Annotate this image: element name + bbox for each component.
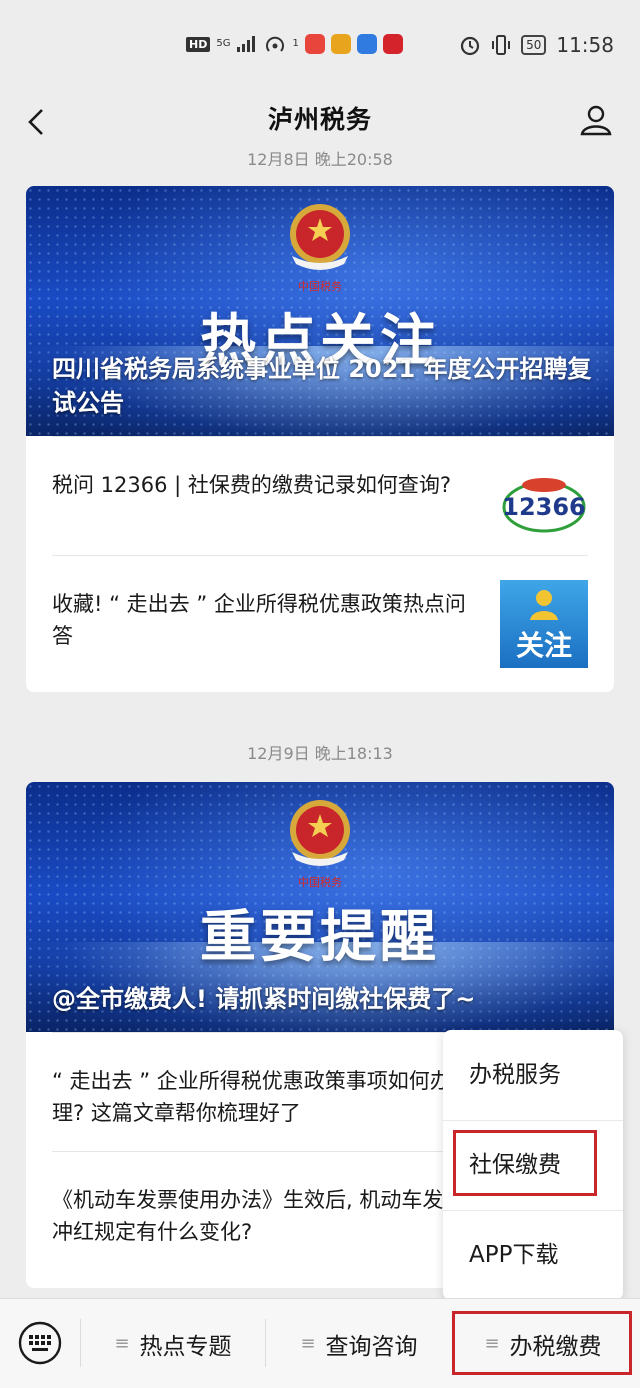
tax-emblem-icon: 中国税务 — [290, 204, 350, 293]
bottom-menu-bar: ≡ 热点专题 ≡ 查询咨询 ≡ 办税缴费 — [0, 1298, 640, 1388]
svg-text:中国税务: 中国税务 — [298, 875, 342, 889]
highlight-box — [453, 1130, 597, 1196]
article-banner[interactable]: 中国税务 重要提醒 @全市缴费人! 请抓紧时间缴社保费了~ — [26, 782, 614, 1032]
status-bar: HD 5G 1 50 11:58 — [0, 0, 640, 92]
app-notification-icon — [304, 34, 325, 54]
menu-label: 查询咨询 — [325, 1333, 418, 1360]
app-notification-icon — [330, 34, 351, 54]
signal-5g-indicator: 5G — [216, 38, 231, 49]
message-timestamp: 12月9日 晚上18:13 — [247, 744, 393, 763]
article-title: “ 走出去 ” 企业所得税优惠政策事项如何办理? 这篇文章帮你梳理好了 — [52, 1069, 451, 1125]
submenu-item-tax-service[interactable]: 办税服务 — [443, 1030, 623, 1120]
menu-query-consult[interactable]: ≡ 查询咨询 — [266, 1299, 452, 1388]
submenu-item-app-download[interactable]: APP下载 — [443, 1210, 623, 1300]
menu-label: 热点专题 — [139, 1333, 232, 1360]
tax-emblem-icon: 中国税务 — [290, 800, 350, 889]
keyboard-icon — [18, 1321, 62, 1365]
menu-lines-icon: ≡ — [300, 1333, 316, 1354]
12366-logo-icon: 12366 — [500, 461, 588, 549]
banner-headline: 重要提醒 — [200, 905, 440, 970]
article-thumbnail: 关注 — [500, 580, 588, 668]
menu-hot-topics[interactable]: ≡ 热点专题 — [81, 1299, 265, 1388]
user-star-icon — [530, 590, 558, 620]
battery-indicator: 50 — [521, 35, 547, 55]
article-card[interactable]: 中国税务 热点关注 四川省税务局系统事业单位 2021 年度公开招聘复试公告 税… — [26, 186, 614, 692]
article-item[interactable]: 收藏! “ 走出去 ” 企业所得税优惠政策热点问答 关注 — [52, 555, 588, 674]
signal-bars-icon — [237, 36, 256, 52]
account-button[interactable] — [576, 98, 616, 142]
clock: 11:58 — [556, 33, 614, 57]
article-title: 《机动车发票使用办法》生效后, 机动车发票冲红规定有什么变化? — [52, 1188, 465, 1244]
article-title: 四川省税务局系统事业单位 2021 年度公开招聘复试公告 — [52, 355, 592, 417]
page-title: 泸州税务 — [267, 105, 372, 134]
svg-text:12366: 12366 — [502, 493, 586, 521]
hotspot-count: 1 — [292, 38, 299, 49]
hotspot-icon — [266, 36, 285, 52]
article-title: @全市缴费人! 请抓紧时间缴社保费了~ — [52, 985, 476, 1013]
hd-indicator: HD — [186, 36, 211, 52]
message-timestamp: 12月8日 晚上20:58 — [247, 150, 393, 166]
svg-text:中国税务: 中国税务 — [298, 279, 342, 293]
nav-bar: 泸州税务 — [0, 92, 640, 150]
article-title: 收藏! “ 走出去 ” 企业所得税优惠政策热点问答 — [52, 592, 466, 648]
menu-lines-icon: ≡ — [114, 1333, 130, 1354]
app-notification-icon — [356, 34, 377, 54]
highlight-box — [452, 1311, 632, 1375]
vibrate-icon — [492, 35, 511, 55]
app-notification-icon — [382, 34, 403, 54]
article-item[interactable]: 税问 12366 | 社保费的缴费记录如何查询? 12366 — [52, 436, 588, 555]
submenu-item-social-insurance[interactable]: 社保缴费 — [443, 1120, 623, 1210]
article-title: 税问 12366 | 社保费的缴费记录如何查询? — [52, 473, 452, 497]
status-right: 50 11:58 — [459, 33, 614, 57]
user-icon — [580, 105, 612, 136]
submenu-popup: 办税服务 社保缴费 APP下载 — [443, 1030, 623, 1300]
alarm-icon — [460, 36, 480, 56]
status-left: HD 5G 1 — [186, 34, 403, 54]
thumbnail-label: 关注 — [515, 629, 572, 662]
keyboard-toggle-button[interactable] — [18, 1321, 62, 1365]
article-banner[interactable]: 中国税务 热点关注 四川省税务局系统事业单位 2021 年度公开招聘复试公告 — [26, 186, 614, 436]
